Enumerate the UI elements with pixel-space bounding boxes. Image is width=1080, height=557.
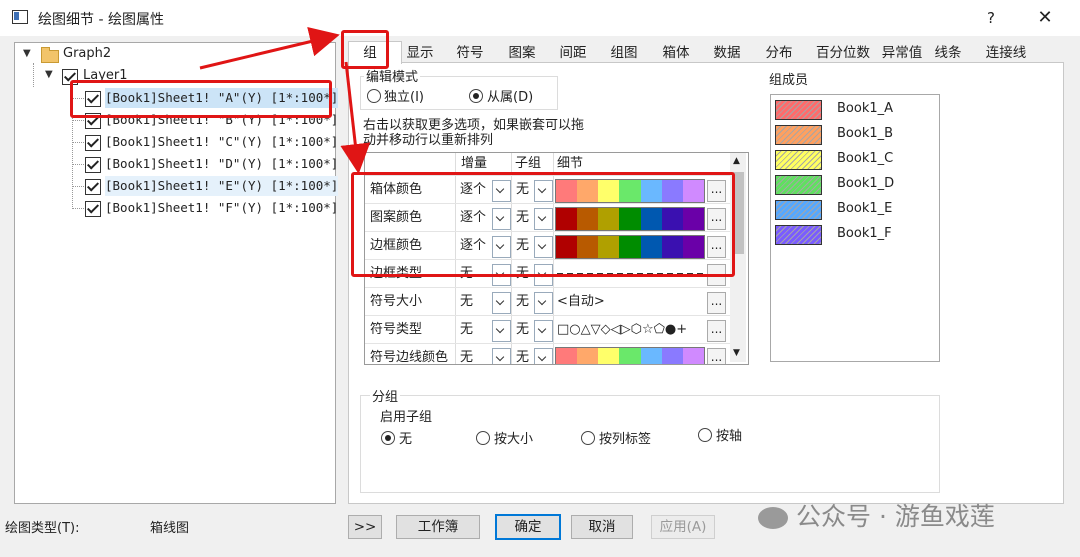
- wechat-icon: [758, 507, 788, 529]
- arrow-to-rows: [340, 61, 371, 174]
- watermark-text: 公众号 · 游鱼戏莲: [796, 502, 995, 531]
- arrow-to-tab: [199, 26, 340, 70]
- annotation-arrows: [199, 26, 371, 174]
- watermark: 公众号 · 游鱼戏莲: [758, 497, 995, 533]
